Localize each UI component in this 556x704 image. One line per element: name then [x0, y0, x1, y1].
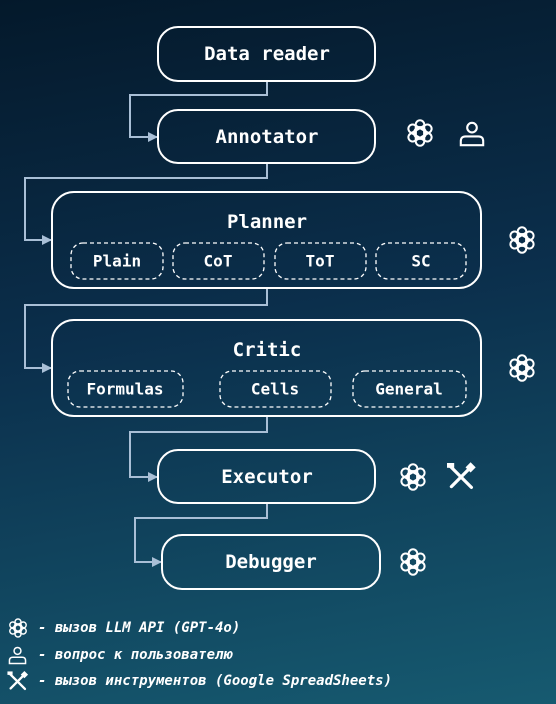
legend-item-user: - вопрос к пользователю: [38, 647, 232, 663]
node-executor-label: Executor: [221, 466, 313, 488]
planner-option-tot: ToT: [305, 251, 335, 271]
critic-option-general: General: [375, 379, 443, 399]
legend-user-icon: [8, 646, 27, 665]
planner-option-plain: Plain: [92, 251, 142, 271]
node-annotator-label: Annotator: [215, 126, 319, 148]
legend-tools-icon: [6, 670, 29, 691]
node-planner-label: Planner: [226, 211, 308, 233]
pipeline-diagram: Data reader Annotator Planner Plain CoT …: [0, 0, 556, 704]
node-debugger-label: Debugger: [225, 551, 317, 573]
openai-icon: [398, 463, 428, 491]
critic-option-formulas: Formulas: [86, 379, 164, 399]
critic-option-cells: Cells: [250, 379, 300, 399]
node-critic: [51, 319, 482, 417]
openai-icon: [507, 226, 537, 254]
connector-planner-critic: [24, 288, 268, 373]
openai-icon: [398, 548, 428, 576]
openai-icon: [405, 119, 435, 147]
legend-openai-icon: [7, 618, 29, 638]
node-data-reader-label: Data reader: [204, 43, 330, 65]
node-critic-label: Critic: [232, 339, 302, 361]
legend-item-llm: - вызов LLM API (GPT-4o): [38, 620, 241, 636]
planner-option-sc: SC: [411, 251, 431, 271]
node-planner: [51, 191, 482, 289]
tools-icon: [445, 461, 477, 489]
user-icon: [459, 121, 485, 147]
planner-option-cot: CoT: [203, 251, 233, 271]
openai-icon: [507, 354, 537, 382]
legend-item-tools: - вызов инструментов (Google SpreadSheet…: [38, 673, 393, 689]
